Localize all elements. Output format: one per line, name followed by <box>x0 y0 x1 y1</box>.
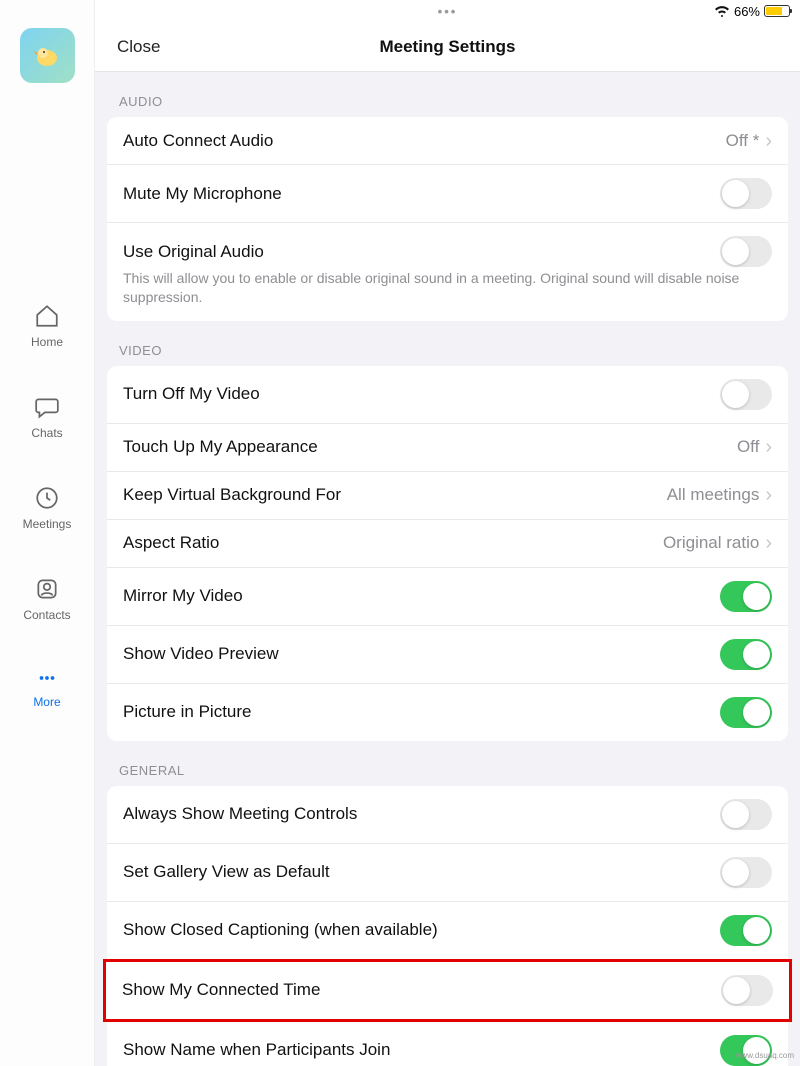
page-title: Meeting Settings <box>379 37 515 57</box>
row-touch-up-appearance[interactable]: Touch Up My Appearance Off › <box>107 424 788 472</box>
section-header-audio: AUDIO <box>95 72 800 117</box>
row-picture-in-picture[interactable]: Picture in Picture <box>107 684 788 741</box>
section-header-general: GENERAL <box>95 741 800 786</box>
settings-content[interactable]: AUDIO Auto Connect Audio Off * › Mute My… <box>95 72 800 1066</box>
toggle-use-original-audio[interactable] <box>720 236 772 267</box>
close-button[interactable]: Close <box>117 37 160 57</box>
header: Close Meeting Settings <box>95 22 800 72</box>
chevron-right-icon: › <box>765 485 772 505</box>
row-value: Original ratio <box>663 533 759 553</box>
row-closed-captioning[interactable]: Show Closed Captioning (when available) <box>107 902 788 959</box>
row-label: Auto Connect Audio <box>123 131 273 151</box>
row-value: Off * <box>726 131 760 151</box>
status-bar: ••• 66% <box>95 0 800 22</box>
bird-icon <box>29 38 65 74</box>
more-icon <box>34 667 60 689</box>
row-label: Aspect Ratio <box>123 533 219 553</box>
row-always-show-controls[interactable]: Always Show Meeting Controls <box>107 786 788 844</box>
toggle-turn-off-video[interactable] <box>720 379 772 410</box>
row-label: Keep Virtual Background For <box>123 485 341 505</box>
row-aspect-ratio[interactable]: Aspect Ratio Original ratio › <box>107 520 788 568</box>
row-label: Use Original Audio <box>123 242 264 262</box>
chat-icon <box>34 394 60 420</box>
toggle-gallery-view-default[interactable] <box>720 857 772 888</box>
highlighted-row: Show My Connected Time <box>103 959 792 1022</box>
toggle-always-show-controls[interactable] <box>720 799 772 830</box>
sidebar-label-more: More <box>33 695 60 709</box>
row-label: Show Name when Participants Join <box>123 1040 390 1060</box>
battery-percent: 66% <box>734 4 760 19</box>
row-auto-connect-audio[interactable]: Auto Connect Audio Off * › <box>107 117 788 165</box>
row-keep-virtual-background[interactable]: Keep Virtual Background For All meetings… <box>107 472 788 520</box>
clock-icon <box>34 485 60 511</box>
watermark: www.dsuaq.com <box>736 1051 794 1060</box>
handle-icon: ••• <box>438 4 458 19</box>
row-gallery-view-default[interactable]: Set Gallery View as Default <box>107 844 788 902</box>
sidebar-item-home[interactable]: Home <box>31 303 63 349</box>
chevron-right-icon: › <box>765 533 772 553</box>
row-label: Set Gallery View as Default <box>123 862 330 882</box>
chevron-right-icon: › <box>765 131 772 151</box>
sidebar: Home Chats Meetings Contacts More <box>0 0 95 1066</box>
sidebar-label-chats: Chats <box>31 426 62 440</box>
row-value: Off <box>737 437 759 457</box>
row-label: Turn Off My Video <box>123 384 260 404</box>
row-description: This will allow you to enable or disable… <box>107 269 788 321</box>
row-label: Mirror My Video <box>123 586 243 606</box>
row-label: Show Closed Captioning (when available) <box>123 920 438 940</box>
toggle-show-video-preview[interactable] <box>720 639 772 670</box>
toggle-mute-microphone[interactable] <box>720 178 772 209</box>
row-show-connected-time[interactable]: Show My Connected Time <box>106 962 789 1019</box>
wifi-icon <box>714 5 730 17</box>
battery-icon <box>764 5 790 17</box>
section-header-video: VIDEO <box>95 321 800 366</box>
sidebar-item-chats[interactable]: Chats <box>31 394 62 440</box>
row-mute-microphone[interactable]: Mute My Microphone <box>107 165 788 223</box>
sidebar-label-contacts: Contacts <box>23 608 70 622</box>
row-turn-off-video[interactable]: Turn Off My Video <box>107 366 788 424</box>
row-label: Always Show Meeting Controls <box>123 804 357 824</box>
row-label: Show Video Preview <box>123 644 279 664</box>
row-label: Mute My Microphone <box>123 184 282 204</box>
row-use-original-audio[interactable]: Use Original Audio <box>107 223 788 273</box>
sidebar-item-meetings[interactable]: Meetings <box>23 485 72 531</box>
contacts-icon <box>34 576 60 602</box>
toggle-mirror-video[interactable] <box>720 581 772 612</box>
sidebar-item-more[interactable]: More <box>33 667 60 709</box>
avatar[interactable] <box>20 28 75 83</box>
sidebar-item-contacts[interactable]: Contacts <box>23 576 70 622</box>
row-show-video-preview[interactable]: Show Video Preview <box>107 626 788 684</box>
home-icon <box>34 303 60 329</box>
row-value: All meetings <box>667 485 760 505</box>
toggle-closed-captioning[interactable] <box>720 915 772 946</box>
toggle-picture-in-picture[interactable] <box>720 697 772 728</box>
sidebar-label-meetings: Meetings <box>23 517 72 531</box>
row-label: Touch Up My Appearance <box>123 437 318 457</box>
row-label: Show My Connected Time <box>122 980 320 1000</box>
sidebar-label-home: Home <box>31 335 63 349</box>
row-show-name-on-join[interactable]: Show Name when Participants Join <box>107 1022 788 1066</box>
row-mirror-video[interactable]: Mirror My Video <box>107 568 788 626</box>
row-label: Picture in Picture <box>123 702 252 722</box>
toggle-show-connected-time[interactable] <box>721 975 773 1006</box>
chevron-right-icon: › <box>765 437 772 457</box>
